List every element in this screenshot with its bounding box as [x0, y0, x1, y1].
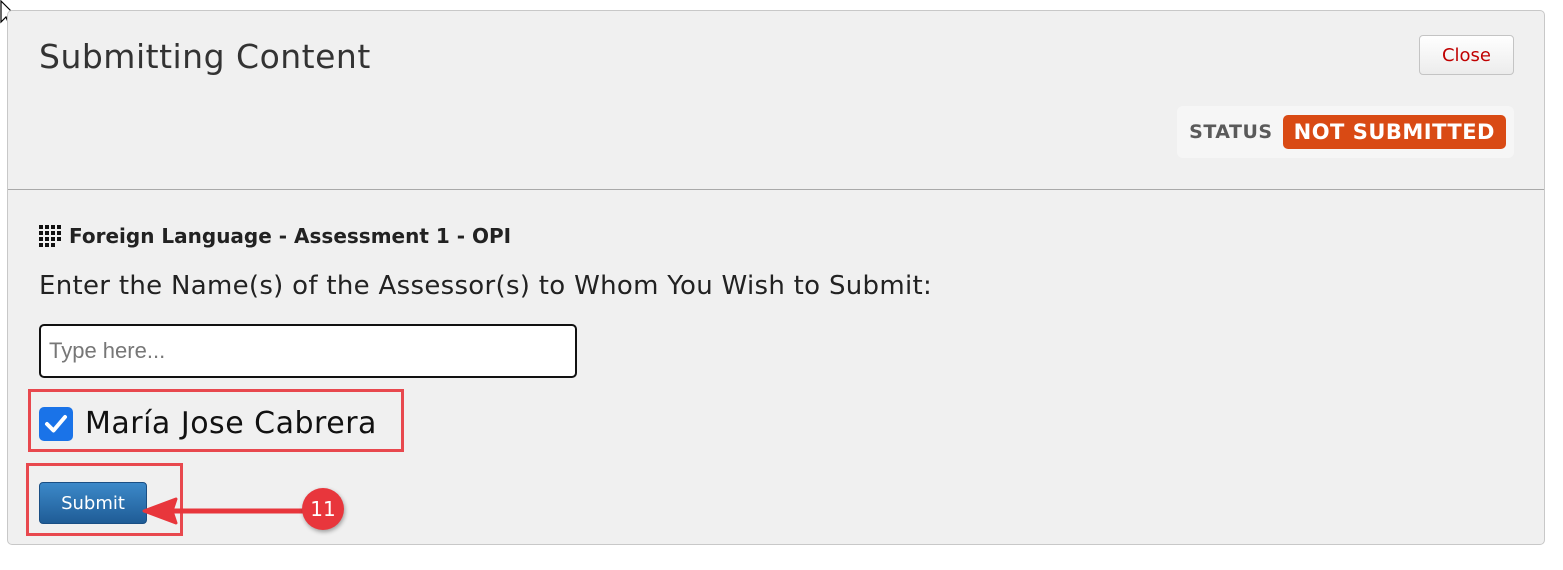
dialog-title: Submitting Content [39, 37, 371, 76]
step-number-badge: 11 [302, 488, 344, 530]
assessor-highlight-box [28, 389, 404, 452]
assessor-prompt: Enter the Name(s) of the Assessor(s) to … [39, 271, 933, 301]
status-label: STATUS [1189, 121, 1273, 143]
assessor-search-input[interactable] [39, 324, 577, 378]
grid-icon [39, 225, 61, 247]
assessment-title: Foreign Language - Assessment 1 - OPI [39, 224, 511, 248]
close-button[interactable]: Close [1419, 35, 1514, 75]
status-indicator: STATUS NOT SUBMITTED [1177, 106, 1514, 158]
submit-highlight-box [26, 463, 183, 536]
assessment-title-text: Foreign Language - Assessment 1 - OPI [69, 224, 512, 248]
dialog-header: Submitting Content Close STATUS NOT SUBM… [8, 11, 1544, 190]
status-badge: NOT SUBMITTED [1282, 115, 1506, 149]
submit-dialog: Submitting Content Close STATUS NOT SUBM… [7, 10, 1545, 545]
